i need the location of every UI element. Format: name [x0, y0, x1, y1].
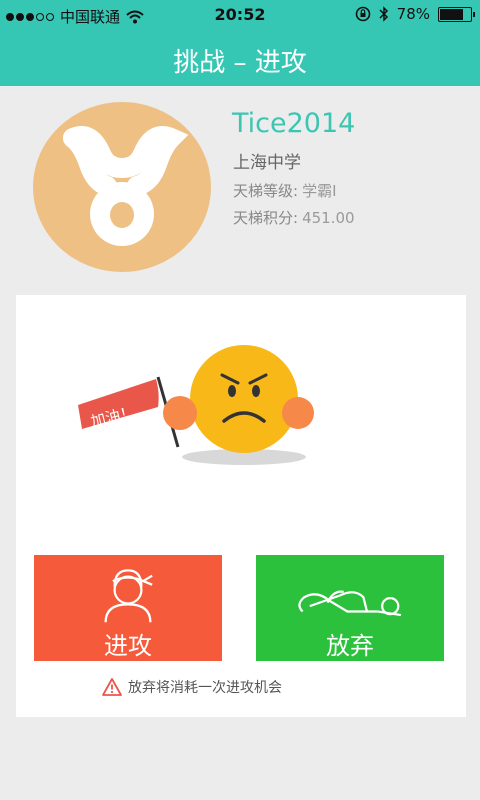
give-up-label: 放弃 — [326, 632, 374, 660]
warning-icon — [102, 678, 122, 696]
page-title: 挑战 – 进攻 — [173, 48, 307, 78]
school-name: 上海中学 — [233, 153, 301, 173]
attack-button[interactable]: 进攻 — [34, 555, 222, 661]
taurus-icon — [63, 126, 189, 246]
kneeling-surrender-icon — [298, 590, 402, 617]
username: Tice2014 — [232, 108, 356, 139]
warning-row: 放弃将消耗一次进攻机会 — [102, 677, 282, 697]
ladder-score-label: 天梯积分: — [233, 209, 299, 227]
attack-label: 进攻 — [104, 632, 152, 660]
battery-percent: 78% — [396, 5, 430, 23]
give-up-button[interactable]: 放弃 — [256, 555, 444, 661]
ladder-rank-label: 天梯等级: — [233, 182, 299, 200]
ladder-score-value: 451.00 — [302, 209, 355, 227]
rotation-lock-icon — [355, 6, 370, 22]
fighter-headband-icon — [104, 569, 153, 623]
ladder-rank-row: 天梯等级: 学霸I — [233, 180, 337, 201]
ladder-rank-value: 学霸I — [302, 182, 337, 200]
challenge-card: 加油！ 进攻 放弃 放弃将消耗一次进攻机会 — [16, 295, 466, 717]
angry-face-with-flag-illustration: 加油！ — [78, 345, 314, 465]
ladder-score-row: 天梯积分: 451.00 — [233, 207, 355, 228]
bluetooth-icon — [379, 6, 388, 22]
avatar — [33, 102, 211, 272]
battery-icon — [438, 6, 475, 22]
status-right: 78% — [355, 5, 475, 23]
status-bar: 中国联通 20:52 78% — [0, 0, 480, 30]
warning-text: 放弃将消耗一次进攻机会 — [128, 680, 282, 696]
nav-bar: 挑战 – 进攻 — [0, 30, 480, 86]
